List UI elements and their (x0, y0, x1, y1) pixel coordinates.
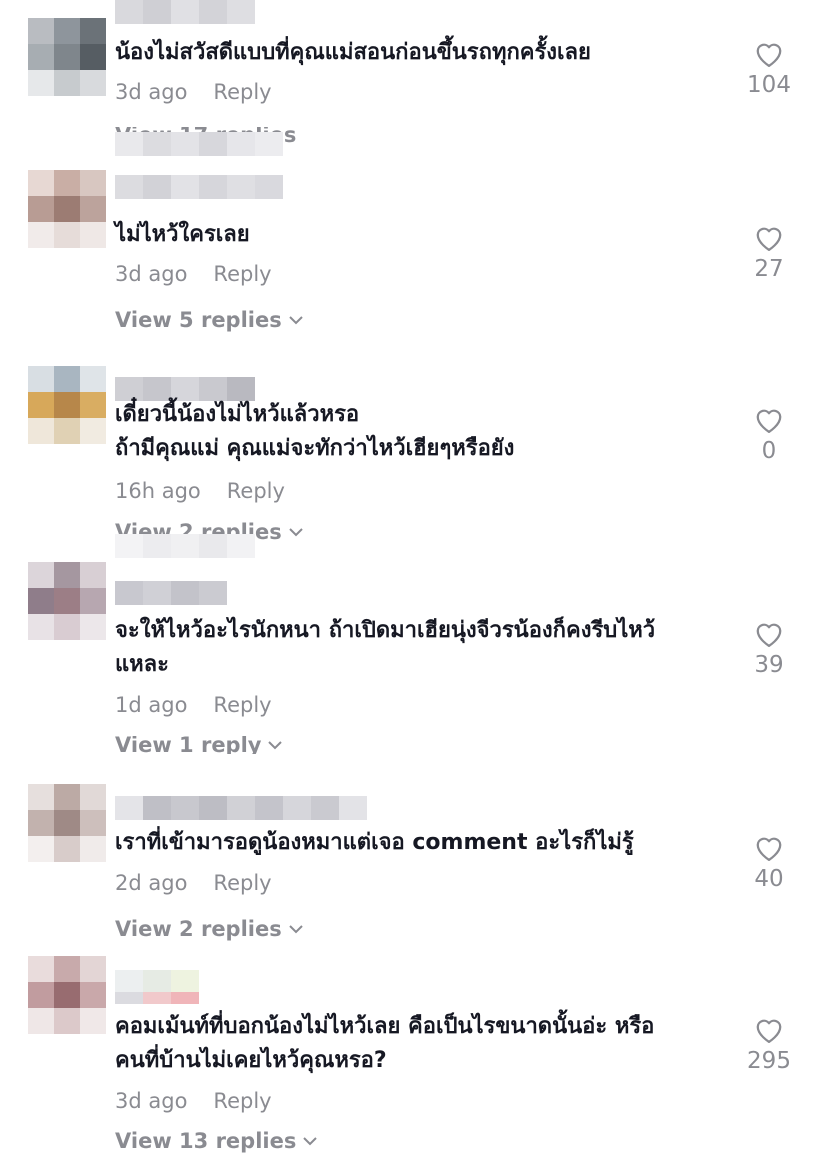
chevron-down-icon (303, 1137, 318, 1146)
reply-button[interactable]: Reply (213, 691, 271, 719)
comment-time: 2d ago (115, 871, 188, 895)
reply-button[interactable]: Reply (213, 1087, 271, 1115)
comment-text: เดี๋ยวนี้น้องไม่ไหว้แล้วหรอ ถ้ามีคุณแม่ … (115, 402, 515, 461)
like-count: 39 (754, 652, 784, 678)
blurred-overlay (115, 132, 283, 156)
comment-text: คอมเม้นท์ที่บอกน้องไม่ไหว้เลย คือเป็นไรข… (115, 1014, 655, 1073)
view-replies-label: View 13 replies (115, 1129, 297, 1153)
like-count: 40 (754, 866, 784, 892)
heart-icon (756, 1019, 782, 1043)
comment-time: 3d ago (115, 80, 188, 104)
comment-text: เราที่เข้ามารอดูน้องหมาแต่เจอ comment อะ… (115, 830, 634, 855)
avatar[interactable] (28, 18, 106, 96)
view-replies-button[interactable]: View 1 reply (115, 736, 283, 754)
username-blurred[interactable] (115, 796, 367, 820)
view-replies-button[interactable]: View 2 replies (115, 915, 304, 943)
username-blurred[interactable] (115, 581, 227, 605)
like-count: 295 (747, 1048, 791, 1074)
avatar[interactable] (28, 366, 106, 444)
chevron-down-icon (289, 925, 303, 934)
reply-button[interactable]: Reply (213, 260, 271, 288)
blurred-overlay (115, 534, 255, 558)
comment-meta: 3d ago Reply (115, 1087, 272, 1115)
reply-button[interactable]: Reply (213, 78, 271, 106)
comment-meta: 3d ago Reply (115, 260, 272, 288)
comment-text: ไม่ไหว้ใครเลย (115, 222, 250, 247)
comment-meta: 2d ago Reply (115, 869, 272, 897)
like-count: 27 (754, 256, 784, 282)
comment-meta: 3d ago Reply (115, 78, 272, 106)
view-replies-label: View 2 replies (115, 917, 282, 941)
reply-button[interactable]: Reply (213, 869, 271, 897)
chevron-down-icon (289, 316, 303, 325)
avatar[interactable] (28, 784, 106, 862)
chevron-down-icon (268, 741, 283, 750)
view-replies-label: View 1 reply (115, 736, 262, 754)
heart-icon (756, 837, 782, 861)
heart-icon (756, 409, 782, 433)
comment-meta: 1d ago Reply (115, 691, 272, 719)
username-blurred[interactable] (115, 970, 199, 994)
like-button[interactable]: 0 (728, 406, 810, 466)
heart-icon (756, 623, 782, 647)
like-button[interactable]: 295 (728, 1016, 810, 1076)
like-count: 0 (761, 438, 777, 464)
comment-time: 1d ago (115, 693, 188, 717)
reply-button[interactable]: Reply (227, 477, 285, 505)
blurred-overlay (115, 992, 199, 1004)
view-replies-label: View 5 replies (115, 308, 282, 332)
comment-time: 3d ago (115, 262, 188, 286)
avatar[interactable] (28, 170, 106, 248)
heart-icon (756, 43, 782, 67)
like-button[interactable]: 104 (728, 40, 810, 100)
avatar[interactable] (28, 562, 106, 640)
comment-text: จะให้ไหว้อะไรนักหนา ถ้าเปิดมาเฮียนุ่งจีว… (115, 618, 656, 677)
like-count: 104 (747, 72, 791, 98)
like-button[interactable]: 39 (728, 620, 810, 680)
comment-time: 16h ago (115, 479, 201, 503)
avatar[interactable] (28, 956, 106, 1034)
comment-time: 3d ago (115, 1089, 188, 1113)
username-blurred[interactable] (115, 175, 283, 199)
view-replies-button[interactable]: View 5 replies (115, 306, 304, 334)
comment-text: น้องไม่สวัสดีแบบที่คุณแม่สอนก่อนขึ้นรถทุ… (115, 40, 591, 65)
username-blurred[interactable] (115, 0, 255, 24)
chevron-down-icon (289, 528, 303, 537)
like-button[interactable]: 27 (728, 224, 810, 284)
view-replies-button[interactable]: View 13 replies (115, 1127, 318, 1155)
comment-meta: 16h ago Reply (115, 477, 285, 505)
heart-icon (756, 227, 782, 251)
like-button[interactable]: 40 (728, 834, 810, 894)
